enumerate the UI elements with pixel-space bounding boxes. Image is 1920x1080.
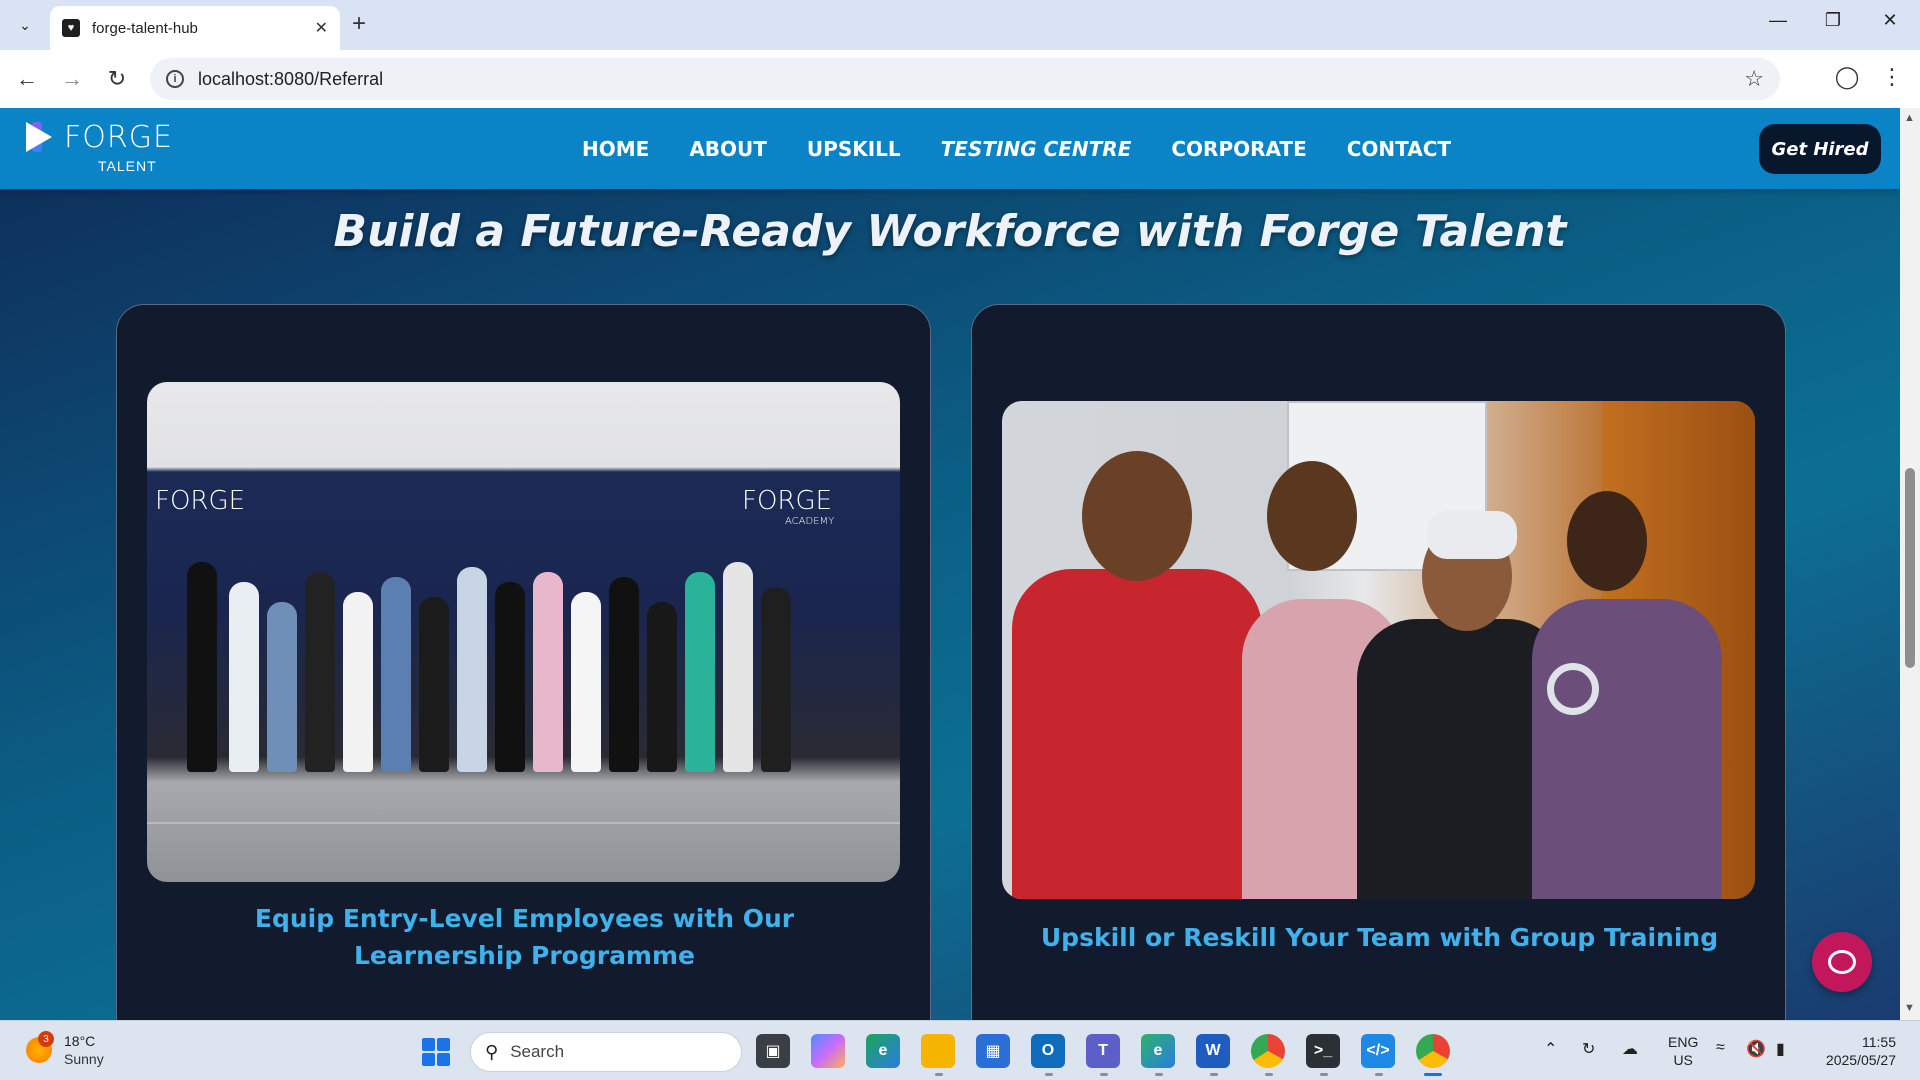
weather-widget[interactable]: 3 18°C Sunny [26, 1031, 126, 1071]
taskbar-search[interactable]: ⚲ Search [470, 1032, 742, 1072]
tab-search-chevron-icon[interactable]: ⌄ [8, 10, 42, 40]
browser-tab[interactable]: ♥ forge-talent-hub ✕ [50, 6, 340, 50]
stage-edge [147, 822, 900, 824]
wifi-icon[interactable]: ≈ [1716, 1039, 1725, 1057]
learnership-caption[interactable]: Equip Entry-Level Employees with Our Lea… [117, 900, 932, 974]
clock-date: 2025/05/27 [1825, 1052, 1896, 1068]
tab-close-icon[interactable]: ✕ [315, 18, 328, 38]
restore-icon[interactable]: ❐ [1813, 10, 1853, 31]
sync-icon[interactable]: ↻ [1582, 1039, 1595, 1059]
tab-title: forge-talent-hub [92, 19, 198, 37]
page-viewport: FORGE TALENT HOME ABOUT UPSKILL TESTING … [0, 108, 1920, 1020]
person-plaid-shirt [1532, 599, 1722, 899]
site-header: FORGE TALENT HOME ABOUT UPSKILL TESTING … [0, 108, 1900, 189]
microsoft-store-icon[interactable]: ▦ [976, 1034, 1010, 1068]
bookmark-star-icon[interactable]: ☆ [1744, 66, 1764, 92]
weather-temperature: 18°C [64, 1033, 96, 1049]
language-code: ENG [1668, 1034, 1699, 1050]
logo-play-icon [26, 122, 52, 152]
forge-talent-logo[interactable]: FORGE TALENT [26, 116, 176, 176]
file-explorer-icon[interactable] [921, 1034, 955, 1068]
back-arrow-icon[interactable]: ← [12, 64, 42, 94]
nav-upskill[interactable]: UPSKILL [807, 137, 901, 161]
vr-headset [1427, 511, 1517, 559]
group-training-card[interactable]: Upskill or Reskill Your Team with Group … [971, 304, 1786, 1020]
crowd-figures [167, 532, 880, 772]
person-red-shirt [1012, 569, 1262, 899]
logo-subtext: TALENT [98, 158, 157, 174]
vr-training-photo [1002, 401, 1755, 899]
nav-corporate[interactable]: CORPORATE [1171, 137, 1306, 161]
edge-icon[interactable]: e [866, 1034, 900, 1068]
edge-dev-icon[interactable]: e [1141, 1034, 1175, 1068]
scroll-up-arrow-icon[interactable]: ▲ [1904, 112, 1915, 124]
banner-sub-right: ACADEMY [785, 516, 835, 527]
browser-menu-icon[interactable]: ⋮ [1877, 64, 1907, 90]
browser-tab-bar: ⌄ ♥ forge-talent-hub ✕ + — ❐ ✕ [0, 0, 1920, 50]
outlook-icon[interactable]: O [1031, 1034, 1065, 1068]
copilot-icon[interactable] [811, 1034, 845, 1068]
terminal-icon[interactable]: >_ [1306, 1034, 1340, 1068]
nav-testing-centre[interactable]: TESTING CENTRE [941, 137, 1132, 161]
page-heading: Build a Future-Ready Workforce with Forg… [333, 206, 1567, 257]
minimize-icon[interactable]: — [1758, 10, 1798, 31]
url-text[interactable]: localhost:8080/Referral [198, 69, 1744, 90]
main-nav: HOME ABOUT UPSKILL TESTING CENTRE CORPOR… [582, 108, 1451, 189]
chat-button[interactable] [1812, 932, 1872, 992]
profile-icon[interactable]: ◯ [1832, 64, 1862, 90]
banner-logo-right: FORGE [742, 486, 833, 516]
chat-bubble-icon [1828, 950, 1856, 974]
scroll-thumb[interactable] [1905, 468, 1915, 668]
address-bar[interactable]: i localhost:8080/Referral ☆ [150, 58, 1780, 100]
clock-time: 11:55 [1862, 1034, 1896, 1050]
nav-home[interactable]: HOME [582, 137, 649, 161]
task-view-icon[interactable]: ▣ [756, 1034, 790, 1068]
windows-taskbar: 3 18°C Sunny ⚲ Search ▣ e ▦ O T e W >_ <… [0, 1020, 1920, 1080]
weather-condition: Sunny [64, 1051, 104, 1067]
language-indicator[interactable]: ENG US [1668, 1033, 1698, 1069]
banner-logo-left: FORGE [155, 486, 246, 516]
group-training-caption[interactable]: Upskill or Reskill Your Team with Group … [972, 919, 1787, 956]
group-photo: FORGE FORGE ACADEMY [147, 382, 900, 882]
scroll-down-arrow-icon[interactable]: ▼ [1904, 1002, 1915, 1014]
get-hired-button[interactable]: Get Hired [1759, 124, 1881, 174]
nav-about[interactable]: ABOUT [689, 137, 767, 161]
active-app-indicator [1424, 1073, 1442, 1076]
favicon-icon: ♥ [62, 19, 80, 37]
nav-contact[interactable]: CONTACT [1347, 137, 1451, 161]
windows-start-icon[interactable] [422, 1038, 450, 1066]
weather-badge: 3 [38, 1031, 54, 1047]
system-clock[interactable]: 11:55 2025/05/27 [1810, 1033, 1896, 1069]
vscode-icon[interactable]: </> [1361, 1034, 1395, 1068]
vr-controller [1547, 663, 1599, 715]
teams-icon[interactable]: T [1086, 1034, 1120, 1068]
forward-arrow-icon[interactable]: → [57, 64, 87, 94]
learnership-card[interactable]: FORGE FORGE ACADEMY Equip Entry-Level Em… [116, 304, 931, 1020]
taskbar-search-label: Search [510, 1042, 565, 1061]
search-icon: ⚲ [485, 1041, 499, 1062]
chrome-active-icon[interactable] [1416, 1034, 1450, 1068]
page-scrollbar[interactable]: ▲ ▼ [1900, 108, 1920, 1020]
battery-icon[interactable]: ▮ [1776, 1039, 1785, 1059]
tray-overflow-chevron-icon[interactable]: ⌃ [1544, 1039, 1557, 1059]
close-window-icon[interactable]: ✕ [1870, 10, 1910, 31]
volume-muted-icon[interactable]: 🔇 [1746, 1039, 1766, 1059]
region-code: US [1673, 1052, 1693, 1068]
chrome-icon[interactable] [1251, 1034, 1285, 1068]
onedrive-cloud-icon[interactable]: ☁ [1622, 1039, 1638, 1059]
word-icon[interactable]: W [1196, 1034, 1230, 1068]
logo-text: FORGE [64, 120, 173, 155]
browser-toolbar: ← → ↻ i localhost:8080/Referral ☆ ◯ ⋮ [0, 50, 1920, 108]
reload-icon[interactable]: ↻ [102, 64, 132, 94]
new-tab-plus-icon[interactable]: + [352, 12, 366, 36]
site-info-icon[interactable]: i [166, 70, 184, 88]
